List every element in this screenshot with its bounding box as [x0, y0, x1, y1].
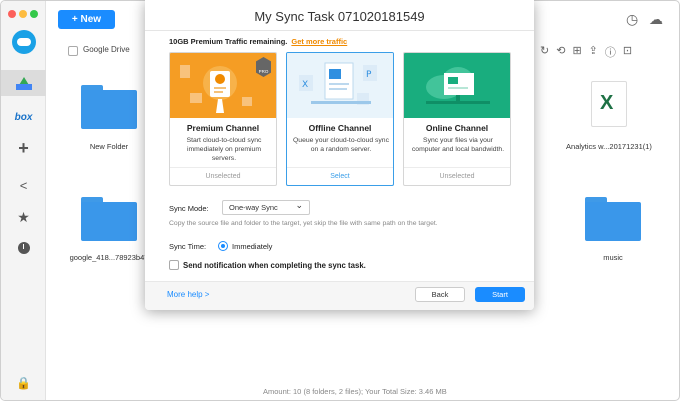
sidebar-item-share[interactable]: <: [1, 172, 46, 198]
toolbar-icons: ↻ ⟲ ⊞ ⇪ ⓘ ⊡: [540, 44, 632, 60]
minimize-window-button[interactable]: [19, 10, 27, 18]
get-more-traffic-link[interactable]: Get more traffic: [291, 37, 347, 46]
folder-icon[interactable]: [585, 197, 641, 241]
divider: [145, 30, 534, 31]
premium-traffic-text: 10GB Premium Traffic remaining.: [169, 37, 288, 46]
sidebar-item-box[interactable]: box: [1, 104, 46, 130]
upload-icon[interactable]: ⇪: [589, 44, 598, 60]
box-icon: box: [14, 111, 33, 123]
star-icon: ★: [17, 208, 30, 225]
notification-label[interactable]: Send notification when completing the sy…: [183, 261, 366, 270]
card-title: Online Channel: [425, 123, 489, 133]
sidebar-item-lock[interactable]: 🔒: [1, 370, 46, 396]
card-status[interactable]: Select: [287, 167, 393, 185]
svg-text:P: P: [366, 70, 372, 80]
premium-channel-card[interactable]: PRO Premium Channel Start cloud-to-cloud…: [169, 52, 277, 186]
file-name[interactable]: music: [577, 253, 649, 262]
app-logo-icon: [12, 30, 36, 54]
zoom-window-button[interactable]: [30, 10, 38, 18]
card-title: Offline Channel: [308, 123, 372, 133]
notification-checkbox[interactable]: [169, 260, 179, 270]
dialog-title: My Sync Task 071020181549: [254, 9, 425, 24]
premium-channel-illustration: PRO: [170, 53, 276, 118]
sync-mode-hint: Copy the source file and folder to the t…: [169, 220, 438, 227]
excel-file-icon[interactable]: X: [591, 81, 627, 127]
file-name[interactable]: New Folder: [73, 142, 145, 151]
plus-icon: +: [18, 137, 29, 158]
sync-mode-label: Sync Mode:: [169, 204, 209, 213]
refresh-icon[interactable]: ↻: [540, 44, 549, 60]
google-drive-icon: [15, 76, 32, 90]
online-channel-card[interactable]: Online Channel Sync your files via your …: [403, 52, 511, 186]
sidebar-item-google-drive[interactable]: [1, 70, 46, 96]
back-button[interactable]: Back: [415, 287, 465, 302]
sidebar: box + < ★ 🔒: [1, 1, 46, 400]
clock-icon: [17, 242, 30, 254]
grid-view-icon[interactable]: ⊡: [623, 44, 632, 60]
status-bar: Amount: 10 (8 folders, 2 files); Your To…: [263, 387, 447, 396]
add-cloud-button[interactable]: +: [1, 135, 46, 161]
sidebar-item-recent[interactable]: [1, 235, 46, 261]
sidebar-item-starred[interactable]: ★: [1, 204, 46, 230]
file-name[interactable]: google_418...78923b47: [59, 253, 159, 262]
folder-icon[interactable]: [81, 85, 137, 129]
sync-icon[interactable]: ⟲: [556, 44, 565, 60]
history-icon[interactable]: ◷: [626, 11, 638, 28]
card-title: Premium Channel: [186, 123, 260, 133]
sync-time-label: Sync Time:: [169, 242, 207, 251]
premium-traffic-note: 10GB Premium Traffic remaining. Get more …: [169, 37, 347, 46]
info-icon[interactable]: ⓘ: [605, 44, 616, 60]
cloud-settings-icon[interactable]: ☁: [649, 11, 663, 28]
new-folder-icon[interactable]: ⊞: [572, 44, 581, 60]
offline-channel-illustration: X P: [287, 53, 393, 118]
folder-icon[interactable]: [81, 197, 137, 241]
start-button[interactable]: Start: [475, 287, 525, 302]
offline-channel-card[interactable]: X P Offline Channel Queue your cloud-to-…: [286, 52, 394, 186]
immediately-label[interactable]: Immediately: [232, 242, 272, 251]
card-description: Sync your files via your computer and lo…: [411, 137, 505, 153]
lock-icon: 🔒: [16, 376, 31, 390]
more-help-link[interactable]: More help >: [167, 290, 209, 299]
sync-mode-select[interactable]: One-way Sync: [222, 200, 310, 215]
card-description: Start cloud-to-cloud sync immediately on…: [186, 137, 262, 162]
select-all-checkbox[interactable]: [68, 46, 78, 56]
share-icon: <: [19, 177, 28, 193]
breadcrumb[interactable]: Google Drive: [83, 45, 130, 54]
svg-text:X: X: [302, 80, 308, 90]
file-name[interactable]: Analytics w...20171231(1): [559, 142, 659, 151]
card-status: Unselected: [170, 167, 276, 185]
online-channel-illustration: [404, 53, 510, 118]
card-description: Queue your cloud-to-cloud sync on a rand…: [293, 137, 389, 153]
card-status: Unselected: [404, 167, 510, 185]
new-button[interactable]: + New: [58, 10, 115, 29]
immediately-radio[interactable]: [218, 241, 228, 251]
close-window-button[interactable]: [8, 10, 16, 18]
sync-task-dialog: My Sync Task 071020181549 10GB Premium T…: [145, 0, 534, 310]
